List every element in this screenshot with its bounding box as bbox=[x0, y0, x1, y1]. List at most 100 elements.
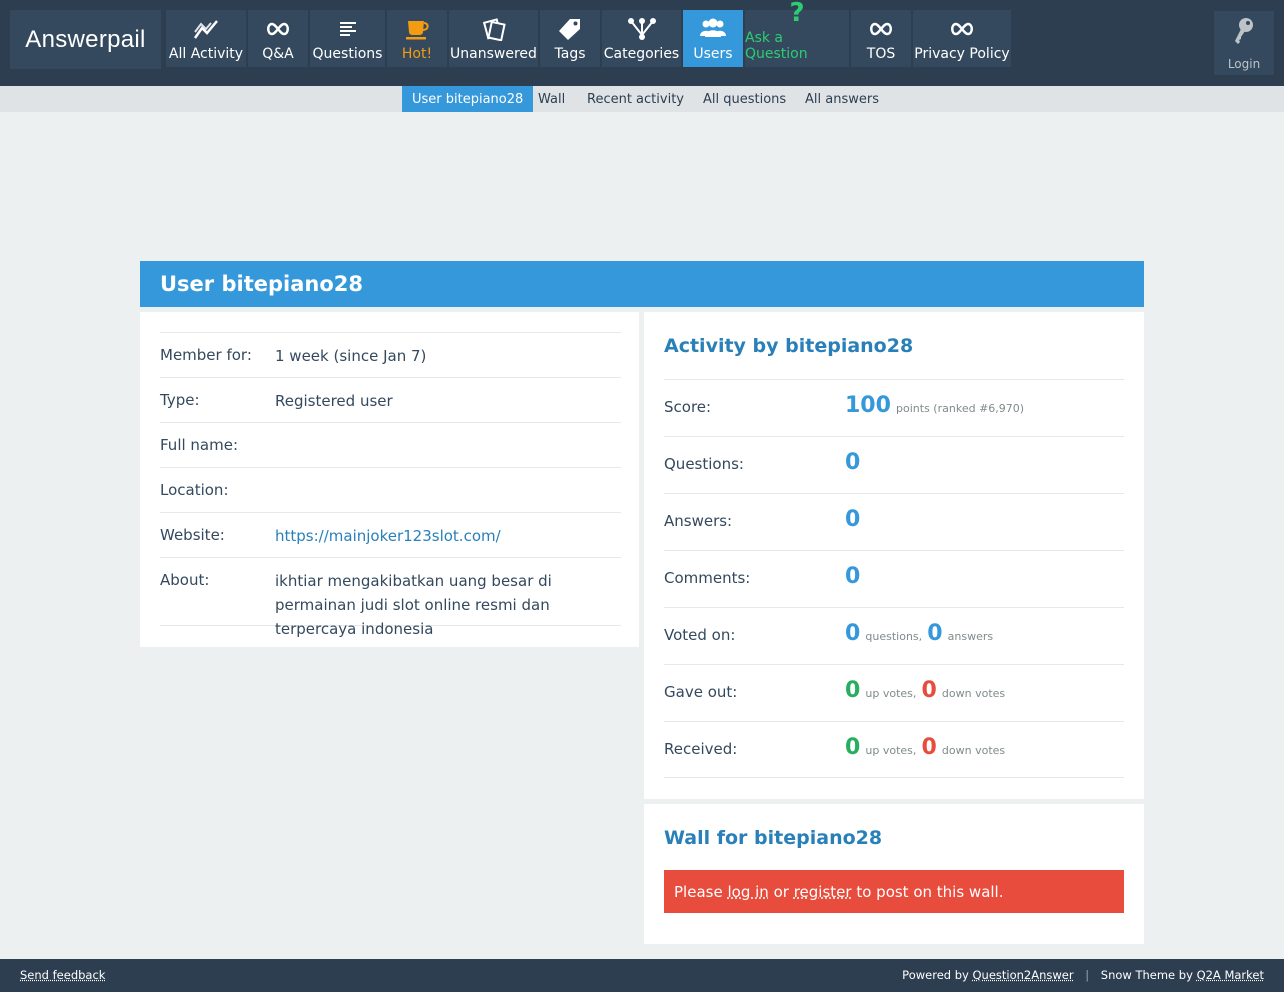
nav-questions[interactable]: Questions bbox=[310, 10, 385, 67]
nav-all-activity[interactable]: All Activity bbox=[166, 10, 246, 67]
sub-navigation: User bitepiano28 Wall Recent activity Al… bbox=[0, 86, 1284, 112]
profile-key: About: bbox=[160, 571, 210, 589]
footer: Send feedback Powered by Question2Answer… bbox=[0, 959, 1284, 992]
users-icon bbox=[698, 16, 728, 42]
login-link[interactable]: log in bbox=[727, 883, 768, 901]
subnav-all-questions[interactable]: All questions bbox=[693, 86, 796, 112]
profile-row-about: About: ikhtiar mengakibatkan uang besar … bbox=[160, 557, 621, 638]
nav-label: Ask a Question bbox=[745, 30, 808, 62]
gave-down-label: down votes bbox=[941, 687, 1006, 700]
login-button[interactable]: Login bbox=[1214, 11, 1274, 75]
voted-questions-count: 0 bbox=[845, 621, 861, 646]
profile-row-member-for: Member for: 1 week (since Jan 7) bbox=[160, 332, 621, 377]
activity-row-score: Score: 100 points (ranked #6,970) bbox=[664, 379, 1124, 436]
nav-label: Q&A bbox=[262, 46, 294, 62]
received-down-label: down votes bbox=[941, 744, 1006, 757]
activity-key: Gave out: bbox=[664, 683, 738, 701]
voted-answers-label: answers bbox=[947, 630, 994, 643]
nav-tos[interactable]: TOS bbox=[851, 10, 911, 67]
nav-unanswered[interactable]: Unanswered bbox=[449, 10, 538, 67]
comments-count: 0 bbox=[845, 564, 861, 589]
gave-down-count: 0 bbox=[921, 678, 937, 703]
send-feedback-link[interactable]: Send feedback bbox=[20, 968, 105, 982]
received-up-label: up votes, bbox=[865, 744, 917, 757]
nav-categories[interactable]: Categories bbox=[602, 10, 681, 67]
nav-users[interactable]: Users bbox=[683, 10, 743, 67]
profile-value: ikhtiar mengakibatkan uang besar di perm… bbox=[275, 572, 552, 638]
subnav-wall[interactable]: Wall bbox=[528, 86, 575, 112]
activity-key: Comments: bbox=[664, 569, 751, 587]
nav-label: Tags bbox=[554, 46, 586, 62]
profile-panel: Member for: 1 week (since Jan 7) Type: R… bbox=[140, 312, 639, 647]
activity-key: Received: bbox=[664, 740, 738, 758]
wall-panel: Wall for bitepiano28 Please log in or re… bbox=[644, 804, 1144, 944]
gave-up-count: 0 bbox=[845, 678, 861, 703]
top-navigation: Answerpail All Activity Q&A Questions Ho… bbox=[0, 0, 1284, 86]
wall-msg-suffix: to post on this wall. bbox=[856, 882, 1004, 901]
nav-label: Categories bbox=[603, 46, 680, 62]
cards-icon bbox=[481, 16, 507, 42]
profile-row-website: Website: https://mainjoker123slot.com/ bbox=[160, 512, 621, 557]
gave-up-label: up votes, bbox=[865, 687, 917, 700]
page-title: User bitepiano28 bbox=[140, 261, 1144, 307]
profile-key: Website: bbox=[160, 526, 225, 544]
nav-label: Unanswered bbox=[450, 46, 537, 62]
activity-icon bbox=[193, 16, 219, 42]
register-link[interactable]: register bbox=[794, 883, 852, 901]
nav-label: Users bbox=[693, 46, 733, 62]
activity-key: Questions: bbox=[664, 455, 744, 473]
profile-row-type: Type: Registered user bbox=[160, 377, 621, 422]
nav-ask-question[interactable]: ? Ask a Question bbox=[745, 0, 849, 67]
profile-key: Full name: bbox=[160, 436, 239, 454]
subnav-all-answers[interactable]: All answers bbox=[795, 86, 889, 112]
question-mark-icon: ? bbox=[789, 0, 805, 28]
login-label: Login bbox=[1227, 57, 1261, 71]
infinity-icon bbox=[265, 16, 291, 42]
nav-hot[interactable]: Hot! bbox=[387, 10, 447, 67]
question2answer-link[interactable]: Question2Answer bbox=[972, 968, 1073, 982]
questions-count: 0 bbox=[845, 450, 861, 475]
received-down-count: 0 bbox=[921, 735, 937, 760]
profile-key: Location: bbox=[160, 481, 229, 499]
powered-by-text: Powered by bbox=[902, 968, 969, 982]
wall-title: Wall for bitepiano28 bbox=[664, 827, 883, 849]
activity-key: Answers: bbox=[664, 512, 733, 530]
nav-qa[interactable]: Q&A bbox=[248, 10, 308, 67]
infinity-icon bbox=[868, 16, 894, 42]
activity-row-comments: Comments: 0 bbox=[664, 550, 1124, 607]
profile-row-location: Location: bbox=[160, 467, 621, 512]
score-suffix: points (ranked #6,970) bbox=[896, 402, 1025, 415]
nav-privacy-policy[interactable]: Privacy Policy bbox=[913, 10, 1011, 67]
wall-login-notice: Please log in or register to post on thi… bbox=[664, 870, 1124, 913]
activity-title: Activity by bitepiano28 bbox=[664, 335, 914, 357]
nav-label: Privacy Policy bbox=[914, 46, 1010, 62]
profile-value: Registered user bbox=[275, 392, 393, 410]
activity-row-received: Received: 0 up votes, 0 down votes bbox=[664, 721, 1124, 778]
activity-key: Voted on: bbox=[664, 626, 736, 644]
website-link[interactable]: https://mainjoker123slot.com/ bbox=[275, 524, 621, 548]
answers-count: 0 bbox=[845, 507, 861, 532]
profile-key: Member for: bbox=[160, 346, 252, 364]
score-value-group: 100 points (ranked #6,970) bbox=[845, 393, 1024, 418]
infinity-icon bbox=[949, 16, 975, 42]
activity-row-questions: Questions: 0 bbox=[664, 436, 1124, 493]
profile-row-full-name: Full name: bbox=[160, 422, 621, 467]
voted-answers-count: 0 bbox=[927, 621, 943, 646]
activity-row-gave-out: Gave out: 0 up votes, 0 down votes bbox=[664, 664, 1124, 721]
site-logo[interactable]: Answerpail bbox=[10, 10, 161, 69]
key-icon bbox=[1232, 17, 1256, 48]
fork-icon bbox=[627, 16, 657, 42]
list-icon bbox=[339, 16, 357, 42]
activity-row-voted-on: Voted on: 0 questions, 0 answers bbox=[664, 607, 1124, 664]
profile-key: Type: bbox=[160, 391, 200, 409]
nav-tags[interactable]: Tags bbox=[540, 10, 600, 67]
subnav-user[interactable]: User bitepiano28 bbox=[402, 86, 534, 112]
q2a-market-link[interactable]: Q2A Market bbox=[1197, 968, 1264, 982]
theme-by-text: Snow Theme by bbox=[1100, 968, 1193, 982]
subnav-recent-activity[interactable]: Recent activity bbox=[577, 86, 694, 112]
profile-value: 1 week (since Jan 7) bbox=[275, 347, 427, 365]
footer-credits: Powered by Question2Answer | Snow Theme … bbox=[902, 968, 1264, 982]
received-up-count: 0 bbox=[845, 735, 861, 760]
voted-questions-label: questions, bbox=[865, 630, 923, 643]
activity-key: Score: bbox=[664, 398, 712, 416]
